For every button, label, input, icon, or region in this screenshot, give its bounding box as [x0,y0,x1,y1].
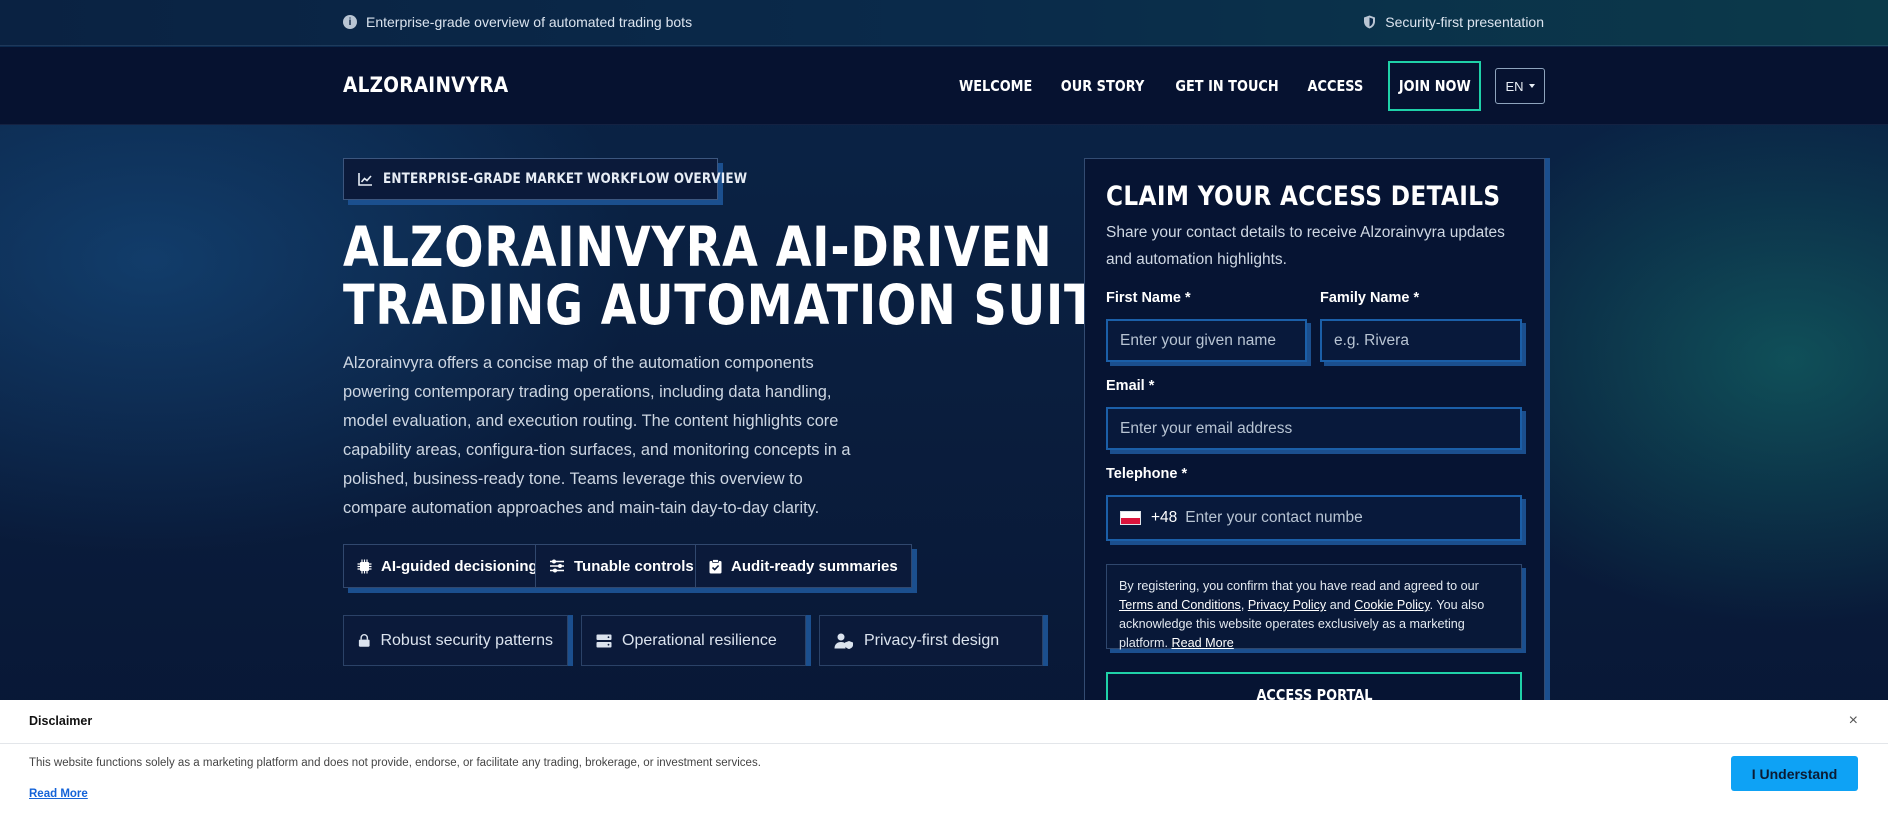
lock-icon [358,634,370,647]
disclaimer-header: Disclaimer × [0,700,1888,744]
chevron-down-icon [1528,84,1535,88]
form-subtitle: Share your contact details to receive Al… [1106,224,1505,268]
hero-description: Alzorainvyra offers a concise map of the… [343,354,851,517]
close-icon[interactable]: × [1849,712,1858,730]
disclaimer-text: This website functions solely as a marke… [29,757,761,769]
site-logo[interactable]: ALZORAINVYRA [343,73,508,97]
access-form-card: CLAIM YOUR ACCESS DETAILS Share your con… [1084,158,1545,718]
top-info-left-text: Enterprise-grade overview of automated t… [366,14,693,30]
email-label: Email * [1106,378,1155,394]
language-value: EN [1505,78,1524,94]
join-now-label: JOIN NOW [1398,77,1471,95]
family-name-label: Family Name * [1320,290,1420,306]
disclaimer-read-more-link[interactable]: Read More [29,788,88,800]
consent-prefix: By registering, you confirm that you hav… [1119,579,1479,593]
sliders-icon [550,559,564,573]
feature-label: Privacy-first design [864,631,1000,649]
info-icon: i [343,15,357,29]
family-name-field[interactable]: e.g. Rivera [1320,319,1522,362]
feature-privacy: Privacy-first design [819,615,1043,666]
telephone-field[interactable]: +48 Enter your contact numbe [1106,495,1522,541]
feature-security: Robust security patterns [343,615,568,666]
form-title: CLAIM YOUR ACCESS DETAILS [1106,181,1501,212]
chip-label: Tunable controls [574,557,694,575]
clipboard-check-icon [709,558,722,573]
hero-badge: ENTERPRISE-GRADE MARKET WORKFLOW OVERVIE… [343,158,748,200]
chip-ai-guided: AI-guided decisioning [343,544,552,588]
hero-badge-text: ENTERPRISE-GRADE MARKET WORKFLOW OVERVIE… [383,171,748,187]
phone-placeholder: Enter your contact numbe [1185,509,1363,526]
chip-cpu-icon [357,559,372,573]
consent-notice: By registering, you confirm that you hav… [1106,564,1522,650]
feature-label: Operational resilience [622,631,777,649]
telephone-label: Telephone * [1106,466,1188,482]
privacy-policy-link[interactable]: Privacy Policy [1248,598,1326,612]
chip-label: Audit-ready summaries [731,557,898,575]
nav-link-our-story[interactable]: OUR STORY [1061,77,1145,95]
consent-read-more-link[interactable]: Read More [1172,636,1234,650]
nav-link-access[interactable]: ACCESS [1308,77,1364,95]
hero-title: ALZORAINVYRA AI-DRIVEN TRADING AUTOMATIO… [343,215,1129,337]
feature-label: Robust security patterns [380,631,553,649]
top-info-right: Security-first presentation [1363,14,1544,30]
i-understand-button[interactable]: I Understand [1731,756,1858,791]
nav-link-get-in-touch[interactable]: GET IN TOUCH [1175,77,1278,95]
top-info-bar: i Enterprise-grade overview of automated… [0,0,1888,46]
hero-title-line1: ALZORAINVYRA AI-DRIVEN [343,215,1053,279]
user-shield-icon [834,633,853,649]
nav-links: WELCOME OUR STORY GET IN TOUCH ACCESS JO… [953,61,1545,111]
shield-icon [1364,15,1376,29]
first-name-field[interactable]: Enter your given name [1106,319,1307,362]
feature-resilience: Operational resilience [581,615,806,666]
main-navigation: ALZORAINVYRA WELCOME OUR STORY GET IN TO… [0,47,1888,125]
phone-country-code: +48 [1151,509,1178,526]
consent-and: and [1326,598,1355,612]
language-selector[interactable]: EN [1495,68,1545,104]
chip-tunable-controls: Tunable controls [535,544,708,588]
cookie-policy-link[interactable]: Cookie Policy [1354,598,1429,612]
top-info-left: i Enterprise-grade overview of automated… [343,14,692,30]
chart-line-icon [358,172,372,186]
disclaimer-banner: Disclaimer × This website functions sole… [0,700,1888,818]
chip-audit-ready: Audit-ready summaries [695,544,912,588]
consent-comma: , [1240,598,1248,612]
disclaimer-title: Disclaimer [29,714,93,728]
chip-label: AI-guided decisioning [381,557,538,575]
hero-title-line2: TRADING AUTOMATION SUITE [343,273,1129,337]
first-name-label: First Name * [1106,290,1191,306]
terms-link[interactable]: Terms and Conditions [1119,598,1241,612]
poland-flag-icon[interactable] [1120,511,1141,525]
nav-link-welcome[interactable]: WELCOME [959,77,1032,95]
email-field[interactable]: Enter your email address [1106,407,1522,450]
server-icon [596,634,612,647]
top-info-right-text: Security-first presentation [1385,14,1544,30]
join-now-button[interactable]: JOIN NOW [1388,61,1481,111]
